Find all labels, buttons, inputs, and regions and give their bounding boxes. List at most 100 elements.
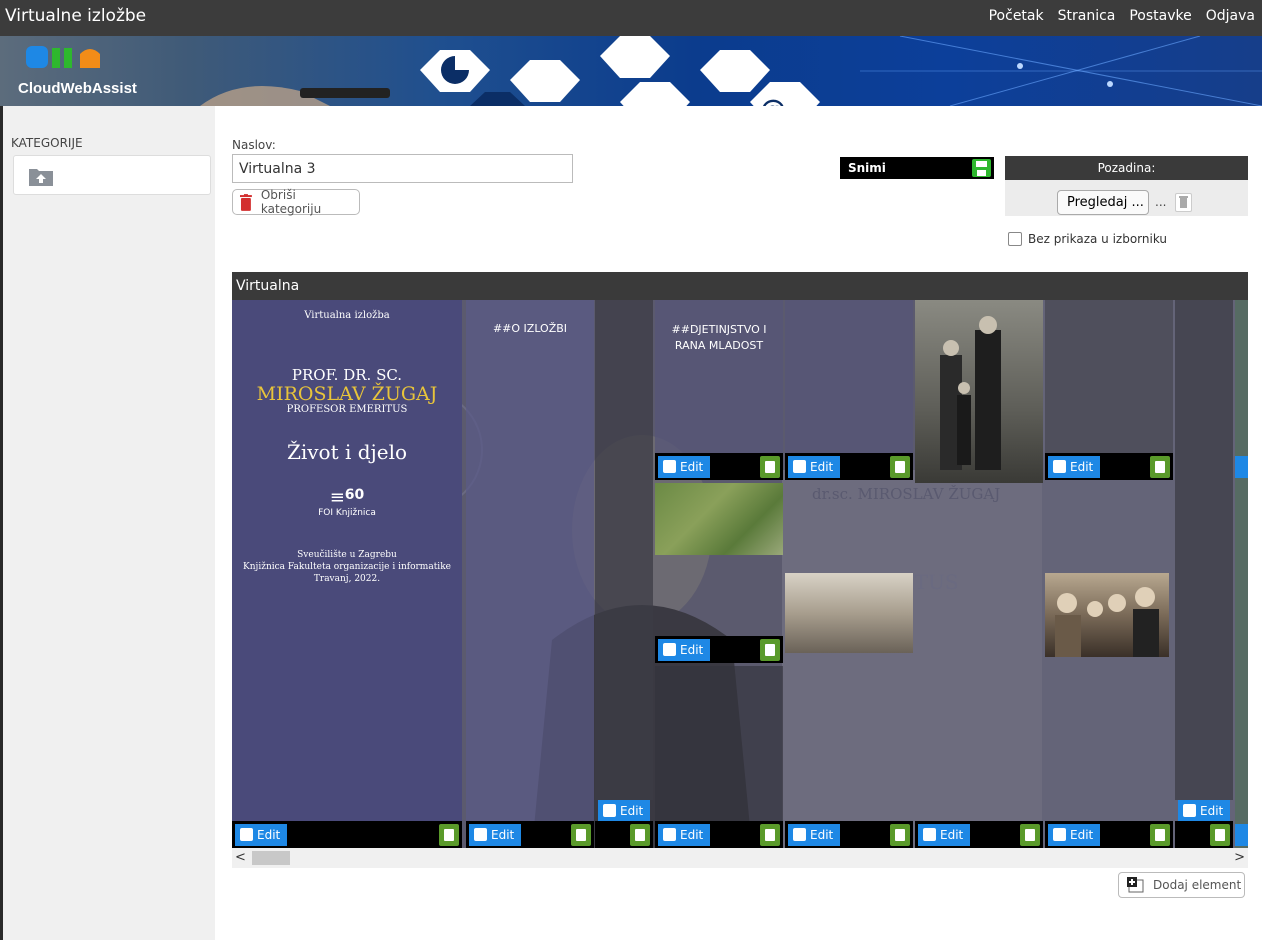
naslov-input[interactable] <box>232 154 573 183</box>
family-figures-icon <box>940 316 1001 470</box>
cover-subtitle: Virtualna izložba <box>304 310 390 321</box>
gallery-title: Virtualna <box>232 272 1248 300</box>
cover-footer1: Sveučilište u Zagrebu <box>297 550 397 560</box>
tile-toolbar: Edit <box>1175 800 1233 822</box>
pozadina-panel: Pregledaj ... ... <box>1005 180 1248 216</box>
trash-icon <box>239 193 252 211</box>
tile-toolbar: Edit <box>655 453 783 480</box>
gallery-column <box>785 300 913 453</box>
cover-name: MIROSLAV ŽUGAJ <box>256 383 438 405</box>
add-element-label: Dodaj element <box>1153 878 1242 892</box>
naslov-label: Naslov: <box>232 138 276 152</box>
app-title: Virtualne izložbe <box>5 6 147 26</box>
browse-dots: ... <box>1155 195 1167 209</box>
edit-button[interactable]: Edit <box>598 800 650 822</box>
sidebar: KATEGORIJE <box>0 106 215 940</box>
trash-icon[interactable] <box>571 824 591 846</box>
svg-text:@: @ <box>760 95 786 106</box>
category-item[interactable] <box>13 155 211 195</box>
nav-odjava[interactable]: Odjava <box>1206 8 1255 24</box>
gallery-scrollbar[interactable]: < > <box>232 848 1248 868</box>
old-town-photo-image <box>785 573 913 653</box>
sidebar-heading: KATEGORIJE <box>11 136 83 150</box>
column-title: ##DJETINJSTVO I RANA MLADOST <box>671 323 767 352</box>
nav-stranica[interactable]: Stranica <box>1058 8 1116 24</box>
tile-toolbar: Edit <box>466 821 594 848</box>
trash-icon[interactable] <box>760 456 780 478</box>
gallery-column: ##DJETINJSTVO I RANA MLADOST <box>655 300 783 453</box>
cover-footer2: Knjižnica Fakulteta organizacije i infor… <box>243 562 451 572</box>
add-element-button[interactable]: Dodaj element <box>1118 872 1245 898</box>
edit-button[interactable]: Edit <box>1048 456 1100 478</box>
trash-icon[interactable] <box>1150 456 1170 478</box>
edit-button[interactable]: Edit <box>658 824 710 846</box>
badge-number: 60 <box>344 487 365 503</box>
gallery-column <box>1175 300 1233 800</box>
trash-icon[interactable] <box>760 639 780 661</box>
tile-toolbar: Edit <box>655 821 783 848</box>
tile-toolbar: Edit <box>1045 821 1173 848</box>
banner-hex-graphic: @ <box>200 36 1262 106</box>
edit-button[interactable]: Edit <box>658 456 710 478</box>
save-label: Snimi <box>848 161 886 175</box>
portrait-faces-icon <box>1055 587 1159 657</box>
trash-icon[interactable] <box>890 456 910 478</box>
edit-button[interactable]: Edit <box>658 639 710 661</box>
badge-lines-icon: ≡ <box>329 487 345 508</box>
cover-heading: Život i djelo <box>286 440 408 464</box>
tile-toolbar <box>595 821 653 848</box>
trash-icon[interactable] <box>439 824 459 846</box>
gallery-canvas[interactable]: dr.sc. MIROSLAV ŽUGAJ EMERITUS Virtualna… <box>232 300 1248 848</box>
tile-toolbar: Edit <box>785 821 913 848</box>
tile-toolbar: Edit <box>1045 453 1173 480</box>
add-element-icon <box>1127 877 1144 893</box>
tile-toolbar: Edit <box>915 821 1043 848</box>
hide-in-menu-checkbox[interactable] <box>1008 232 1022 246</box>
scroll-left-icon[interactable]: < <box>235 850 246 865</box>
cover-title-line1: PROF. DR. SC. <box>291 366 403 384</box>
gallery-column <box>655 666 783 821</box>
background-delete-icon[interactable] <box>1175 193 1192 212</box>
edit-button[interactable]: Edit <box>788 824 840 846</box>
background-caption-name: dr.sc. MIROSLAV ŽUGAJ <box>812 485 1001 503</box>
folder-upload-icon[interactable] <box>28 165 54 187</box>
trash-icon[interactable] <box>630 824 650 846</box>
browse-button[interactable]: Pregledaj ... <box>1057 190 1149 215</box>
gallery-column <box>1235 300 1248 848</box>
edit-button[interactable]: Edit <box>235 824 287 846</box>
hide-in-menu-label: Bez prikaza u izborniku <box>1028 232 1168 246</box>
trash-icon[interactable] <box>1210 824 1230 846</box>
edit-button[interactable]: Edit <box>1048 824 1100 846</box>
gallery-column <box>595 300 653 800</box>
scroll-thumb[interactable] <box>252 851 290 865</box>
scroll-right-icon[interactable]: > <box>1234 850 1245 865</box>
save-button[interactable]: Snimi <box>840 157 994 179</box>
family-photo-image <box>915 300 1043 483</box>
tile-toolbar: Edit <box>595 800 653 822</box>
top-nav: Početak Stranica Postavke Odjava <box>989 8 1255 24</box>
edit-button[interactable]: Edit <box>1178 800 1230 822</box>
trash-icon[interactable] <box>1020 824 1040 846</box>
column-title: ##O IZLOŽBI <box>492 322 568 335</box>
nav-postavke[interactable]: Postavke <box>1129 8 1191 24</box>
aerial-photo-image <box>655 483 783 555</box>
trash-icon[interactable] <box>1150 824 1170 846</box>
tile-toolbar: Edit <box>655 636 783 663</box>
top-bar: Virtualne izložbe Početak Stranica Posta… <box>0 0 1262 36</box>
header-banner: CloudWebAssist @ <box>0 36 1262 106</box>
floppy-save-icon <box>972 159 991 177</box>
delete-category-button[interactable]: Obriši kategoriju <box>232 188 360 216</box>
trash-icon[interactable] <box>760 824 780 846</box>
nav-pocetak[interactable]: Početak <box>989 8 1044 24</box>
cover-footer3: Travanj, 2022. <box>313 574 381 584</box>
edit-button-partial[interactable] <box>1235 456 1248 478</box>
trash-icon[interactable] <box>890 824 910 846</box>
cover-title-line3: PROFESOR EMERITUS <box>286 404 408 415</box>
cover-tile: Virtualna izložba PROF. DR. SC. MIROSLAV… <box>232 300 462 821</box>
edit-button[interactable]: Edit <box>469 824 521 846</box>
pozadina-header: Pozadina: <box>1005 156 1248 180</box>
tile-toolbar <box>1175 821 1233 848</box>
edit-button[interactable]: Edit <box>788 456 840 478</box>
edit-button[interactable]: Edit <box>918 824 970 846</box>
edit-button-partial[interactable] <box>1235 824 1248 846</box>
